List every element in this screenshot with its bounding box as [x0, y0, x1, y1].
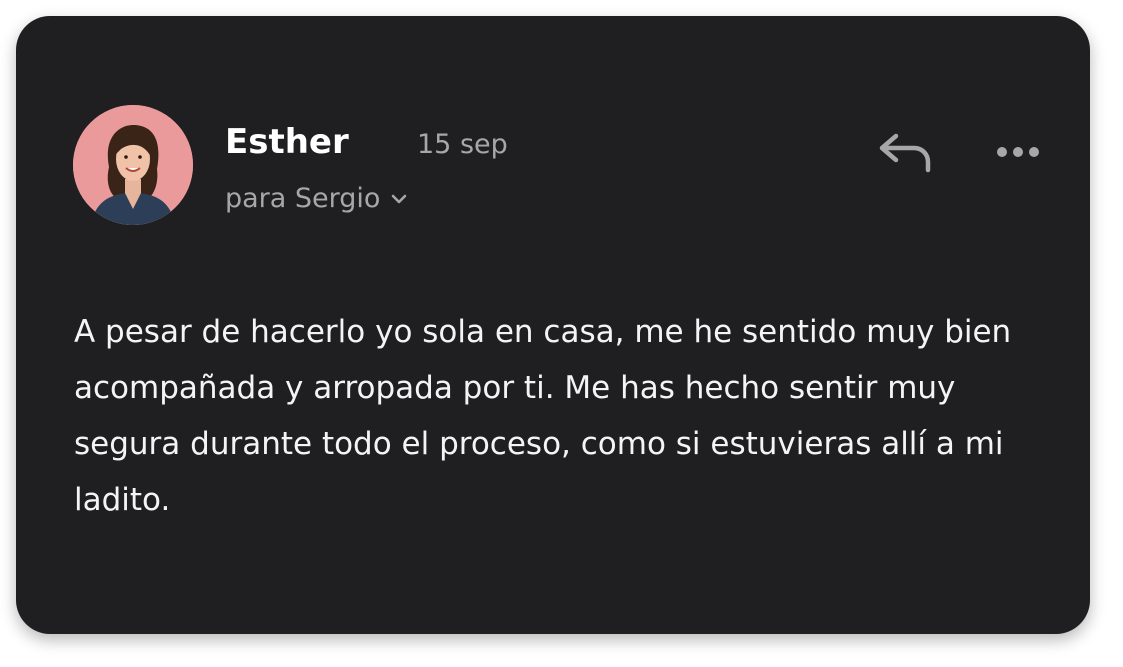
avatar-photo	[73, 105, 193, 225]
sender-name: Esther	[225, 122, 349, 162]
more-horizontal-icon	[997, 147, 1039, 157]
reply-icon	[879, 133, 931, 173]
message-body: A pesar de hacerlo yo sola en casa, me h…	[74, 314, 1012, 518]
message-date: 15 sep	[417, 129, 508, 160]
reply-button[interactable]	[876, 128, 936, 176]
recipient-toggle[interactable]: para Sergio	[225, 182, 408, 216]
more-options-button[interactable]	[992, 134, 1044, 170]
chevron-down-icon	[392, 194, 407, 204]
sender-avatar[interactable]	[73, 105, 193, 225]
recipient-label: para Sergio	[225, 183, 381, 214]
email-message-card: Esther 15 sep para Sergio A pesar de hac…	[16, 16, 1090, 634]
